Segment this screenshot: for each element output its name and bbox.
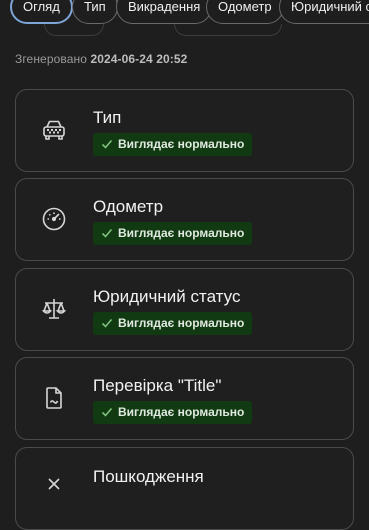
- status-badge: Виглядає нормально: [93, 312, 253, 335]
- status-text: Виглядає нормально: [118, 405, 245, 419]
- check-icon: [101, 407, 113, 417]
- card-title: Юридичний статус: [93, 287, 241, 306]
- check-card-odometer[interactable]: Одометр Виглядає нормально: [15, 178, 354, 261]
- generated-time: 2024-06-24 20:52: [90, 52, 188, 66]
- check-card-type[interactable]: Тип Виглядає нормально: [15, 89, 354, 172]
- tab-odometer[interactable]: Одометр: [206, 0, 284, 24]
- status-text: Виглядає нормально: [118, 316, 245, 330]
- check-icon: [101, 318, 113, 328]
- tab-shadow: [174, 24, 282, 36]
- tab-shadow: [44, 24, 104, 36]
- card-title: Тип: [93, 108, 122, 127]
- status-text: Виглядає нормально: [118, 226, 245, 240]
- check-card-title[interactable]: Перевірка "Title" Виглядає нормально: [15, 357, 354, 440]
- taxi-icon: [40, 116, 68, 144]
- check-card-legal-status[interactable]: Юридичний статус Виглядає нормально: [15, 268, 354, 351]
- damage-icon: [40, 470, 68, 498]
- check-icon: [101, 139, 113, 149]
- status-badge: Виглядає нормально: [93, 401, 253, 424]
- status-text: Виглядає нормально: [118, 137, 245, 151]
- status-badge: Виглядає нормально: [93, 222, 253, 245]
- document-icon: [40, 384, 68, 412]
- card-title: Пошкодження: [93, 467, 204, 486]
- tab-type[interactable]: Тип: [72, 0, 118, 24]
- card-title: Одометр: [93, 197, 164, 216]
- tab-theft[interactable]: Викрадення: [116, 0, 213, 24]
- card-title: Перевірка "Title": [93, 376, 222, 395]
- status-badge: Виглядає нормально: [93, 133, 253, 156]
- tab-legal-status[interactable]: Юридичний статус: [279, 0, 369, 24]
- generated-timestamp: Згенеровано 2024-06-24 20:52: [15, 52, 187, 66]
- tab-overview[interactable]: Огляд: [10, 0, 73, 24]
- generated-label: Згенеровано: [15, 52, 87, 66]
- scales-icon: [40, 295, 68, 323]
- check-card-damage[interactable]: Пошкодження: [15, 447, 354, 530]
- check-icon: [101, 228, 113, 238]
- speedometer-icon: [40, 205, 68, 233]
